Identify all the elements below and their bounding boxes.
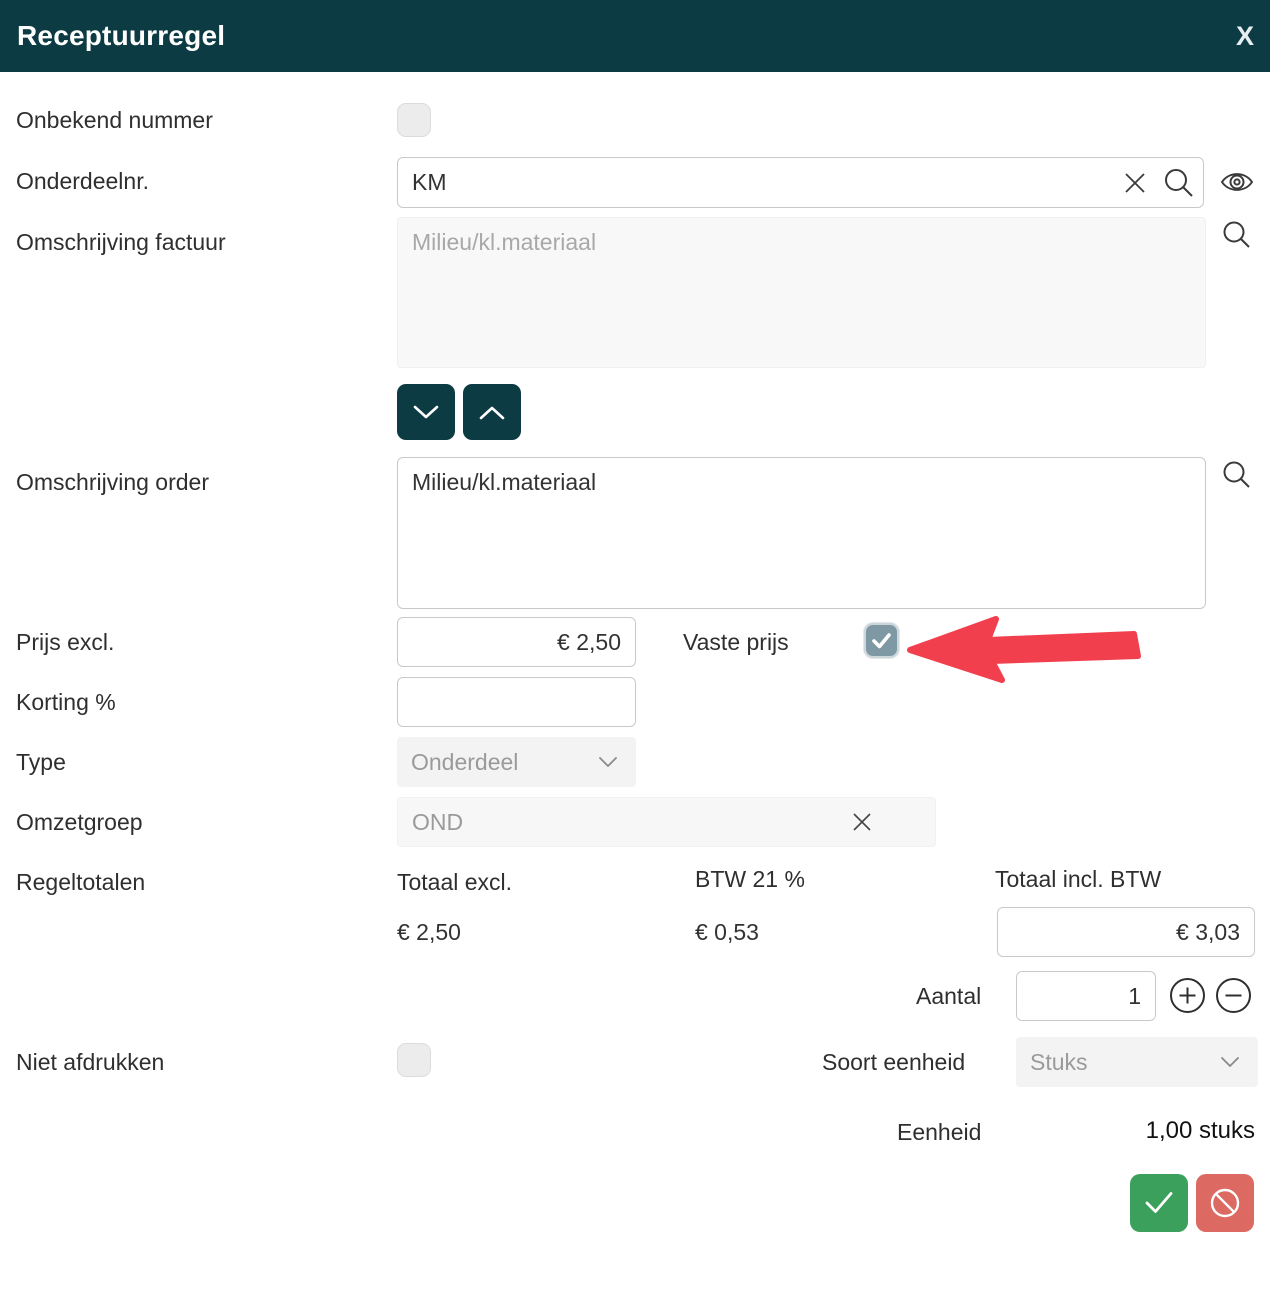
clear-omzetgroep-icon[interactable]	[851, 811, 873, 833]
search-factuur-icon[interactable]	[1222, 220, 1252, 253]
plus-circle-icon	[1169, 977, 1206, 1014]
type-select[interactable]: Onderdeel	[397, 737, 636, 787]
totaal-excl-value: € 2,50	[397, 919, 461, 946]
move-up-button[interactable]	[463, 384, 521, 440]
vaste-prijs-label: Vaste prijs	[683, 629, 789, 656]
omschrijving-factuur-label: Omschrijving factuur	[16, 229, 226, 256]
vaste-prijs-checkbox[interactable]	[864, 623, 899, 658]
no-symbol-icon	[1207, 1185, 1243, 1221]
search-onderdeelnr-icon[interactable]	[1163, 167, 1195, 202]
eenheid-label: Eenheid	[897, 1119, 981, 1146]
increment-button[interactable]	[1169, 977, 1206, 1017]
omschrijving-order-textarea[interactable]: Milieu/kl.materiaal	[397, 457, 1206, 609]
totaal-incl-input[interactable]	[997, 907, 1255, 957]
totaal-excl-header: Totaal excl.	[397, 869, 512, 896]
close-icon[interactable]: X	[1236, 0, 1254, 72]
eenheid-value: 1,00 stuks	[1146, 1117, 1255, 1145]
decrement-button[interactable]	[1215, 977, 1252, 1017]
dialog-header: Receptuurregel X	[0, 0, 1270, 72]
checkmark-icon	[871, 632, 892, 649]
chevron-up-icon	[478, 404, 506, 421]
totaal-incl-header: Totaal incl. BTW	[995, 866, 1161, 893]
niet-afdrukken-checkbox[interactable]	[397, 1043, 431, 1077]
onbekend-nummer-checkbox[interactable]	[397, 103, 431, 137]
omzetgroep-field[interactable]: OND	[397, 797, 936, 847]
chevron-down-icon	[598, 756, 618, 768]
btw-header: BTW 21 %	[695, 866, 805, 893]
dialog-title: Receptuurregel	[17, 20, 225, 52]
aantal-input[interactable]	[1016, 971, 1156, 1021]
korting-input[interactable]	[397, 677, 636, 727]
onderdeelnr-input[interactable]	[397, 157, 1204, 208]
confirm-button[interactable]	[1130, 1174, 1188, 1232]
minus-circle-icon	[1215, 977, 1252, 1014]
search-order-icon[interactable]	[1222, 460, 1252, 493]
check-icon	[1143, 1190, 1175, 1216]
btw-value: € 0,53	[695, 919, 759, 946]
clear-onderdeelnr-icon[interactable]	[1122, 170, 1148, 199]
cancel-button[interactable]	[1196, 1174, 1254, 1232]
onderdeelnr-label: Onderdeelnr.	[16, 168, 149, 195]
prijs-excl-label: Prijs excl.	[16, 629, 114, 656]
move-down-button[interactable]	[397, 384, 455, 440]
omzetgroep-value: OND	[412, 809, 463, 836]
omschrijving-order-label: Omschrijving order	[16, 469, 209, 496]
soort-eenheid-select[interactable]: Stuks	[1016, 1037, 1258, 1087]
omzetgroep-label: Omzetgroep	[16, 809, 143, 836]
onbekend-nummer-label: Onbekend nummer	[16, 107, 213, 134]
chevron-down-icon	[412, 404, 440, 421]
type-select-value: Onderdeel	[411, 749, 518, 776]
prijs-excl-input[interactable]	[397, 617, 636, 667]
type-label: Type	[16, 749, 66, 776]
aantal-label: Aantal	[916, 983, 981, 1010]
korting-label: Korting %	[16, 689, 116, 716]
chevron-down-icon	[1220, 1056, 1240, 1068]
niet-afdrukken-label: Niet afdrukken	[16, 1049, 164, 1076]
regeltotalen-label: Regeltotalen	[16, 869, 145, 896]
omschrijving-factuur-textarea[interactable]	[397, 217, 1206, 368]
soort-eenheid-value: Stuks	[1030, 1049, 1088, 1076]
soort-eenheid-label: Soort eenheid	[822, 1049, 965, 1076]
annotation-arrow-icon	[902, 611, 1142, 685]
eye-icon[interactable]	[1220, 167, 1254, 200]
